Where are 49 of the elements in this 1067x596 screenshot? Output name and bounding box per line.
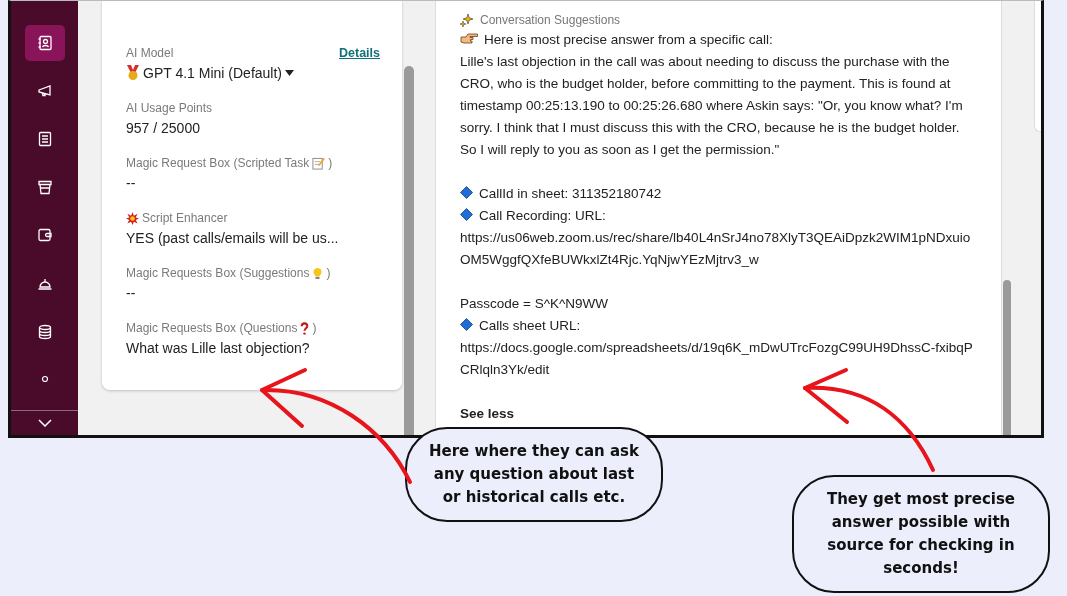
field-label: Script Enhancer — [142, 211, 228, 225]
field-value: What was Lille last objection? — [126, 340, 311, 356]
field-label: Magic Requests Box (Suggestions — [126, 266, 310, 280]
caret-icon — [285, 70, 294, 76]
url-text: https://docs.google.com/spreadsheets/d/19q6K_mDwUTrcFozgC99UH9DhssC-fxibqPCRlqln3Yk/edit — [460, 339, 974, 379]
memo-icon — [312, 156, 326, 170]
callout-text: Here where they can ask any question about last or historical calls etc. — [428, 441, 640, 508]
sparkles-icon — [460, 13, 474, 27]
diamond-icon — [460, 208, 473, 221]
field-value: -- — [126, 285, 137, 301]
diamond-icon — [460, 186, 473, 199]
scrollbar[interactable] — [1003, 280, 1011, 435]
field-label: ) — [326, 266, 331, 280]
answer-line: CallId in sheet: 311352180742 — [479, 186, 662, 201]
field-label: AI Model — [126, 46, 174, 60]
see-less-link[interactable]: See less — [460, 403, 515, 425]
field-label: ) — [328, 156, 333, 170]
field-label: ) — [312, 321, 317, 335]
answer-line: Call Recording: URL: — [479, 208, 606, 223]
field-value: YES (past calls/emails will be us... — [126, 230, 340, 246]
field-label: AI Usage Points — [126, 101, 213, 115]
url-text: https://us06web.zoom.us/rec/share/lb40L4nSrJ4no78XlyT3QEAiDpzk2WIM1pNDxuioOM5WggfQXfeBUWkxlZt4Rjc.YqNjwYEzMjtrv3_w — [460, 229, 972, 269]
field-label: Magic Request Box (Scripted Task — [126, 156, 310, 170]
answer-text: Passcode = S^K^N9WW — [460, 296, 609, 311]
pointing-hand-icon — [460, 33, 478, 45]
document-icon — [36, 131, 53, 148]
wallet-icon — [36, 227, 53, 244]
database-icon — [36, 323, 53, 340]
panel-heading: Conversation Suggestions — [480, 12, 621, 28]
medal-icon — [126, 65, 140, 81]
answer-text: Lille's last objection in the call was about needing to discuss the purchase with the CRO, who is the budget holder, before committing to the payment. This is found at timestamp 00:25:13.190 to 00:25:26.680 where Askin says: "Or, you know what? I'm sorry. I think that I must discuss this with the CRO, because he is the budget holder. So I will reply to you as soon as I get the permission." — [460, 54, 963, 157]
pin-icon — [39, 374, 50, 385]
question-mark-icon — [300, 321, 310, 335]
chevron-down-icon — [37, 418, 52, 427]
details-link[interactable]: Details — [339, 46, 380, 60]
answer-intro: Here is most precise answer from a specific call: — [484, 32, 773, 47]
sidebar-item[interactable] — [24, 25, 65, 62]
field-label: Magic Requests Box (Questions — [126, 321, 298, 335]
explosion-icon — [126, 211, 139, 225]
field-value: -- — [126, 175, 137, 191]
field-value: 957 / 25000 — [126, 120, 201, 136]
callout-text: They get most precise answer possible with source for checking in seconds! — [825, 489, 1017, 579]
diamond-icon — [460, 318, 473, 331]
light-bulb-icon — [312, 266, 324, 280]
bucket-icon — [36, 179, 53, 196]
contact-book-icon — [36, 35, 53, 52]
model-dropdown[interactable]: GPT 4.1 Mini (Default) — [126, 65, 294, 81]
scrollbar[interactable] — [404, 66, 414, 435]
answer-line: Calls sheet URL: — [479, 318, 581, 333]
